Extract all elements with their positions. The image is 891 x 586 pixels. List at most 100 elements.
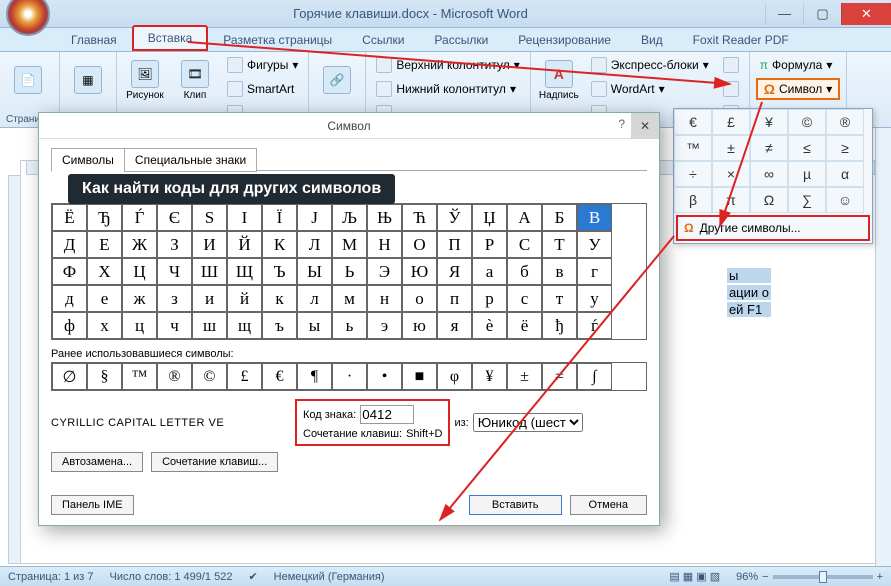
date-button[interactable] [719,78,743,100]
zoom-value[interactable]: 96% [736,571,758,583]
recent-cell[interactable]: • [367,363,402,390]
char-cell[interactable]: н [367,285,402,312]
symbol-cell[interactable]: £ [712,109,750,135]
recent-cell[interactable]: ≠ [542,363,577,390]
ime-panel-button[interactable]: Панель IME [51,495,134,515]
dialog-title-bar[interactable]: Символ ? ✕ [39,113,659,139]
char-cell[interactable]: Р [472,231,507,258]
char-cell[interactable]: з [157,285,192,312]
tab-special[interactable]: Специальные знаки [124,148,257,172]
char-cell[interactable]: д [52,285,87,312]
vertical-scrollbar[interactable] [875,128,891,566]
char-cell[interactable]: с [507,285,542,312]
char-cell[interactable]: Щ [227,258,262,285]
dialog-close-button[interactable]: ✕ [631,113,659,139]
symbol-cell[interactable]: ≠ [750,135,788,161]
char-cell[interactable]: Њ [367,204,402,231]
recent-cell[interactable]: ¶ [297,363,332,390]
char-cell[interactable]: ч [157,312,192,339]
char-cell[interactable]: я [437,312,472,339]
symbol-cell[interactable]: π [712,187,750,213]
char-cell[interactable]: ё [507,312,542,339]
char-cell[interactable]: ф [52,312,87,339]
symbol-cell[interactable]: ÷ [674,161,712,187]
recent-cell[interactable]: € [262,363,297,390]
char-cell[interactable]: У [577,231,612,258]
char-cell[interactable]: у [577,285,612,312]
symbol-cell[interactable]: ≤ [788,135,826,161]
char-cell[interactable]: Ё [52,204,87,231]
symbol-cell[interactable]: β [674,187,712,213]
minimize-button[interactable]: — [765,3,803,25]
language-status[interactable]: Немецкий (Германия) [274,571,385,583]
char-cell[interactable]: е [87,285,122,312]
tab-layout[interactable]: Разметка страницы [208,28,347,51]
symbol-cell[interactable]: µ [788,161,826,187]
char-cell[interactable]: П [437,231,472,258]
char-cell[interactable]: А [507,204,542,231]
recent-cell[interactable]: § [87,363,122,390]
symbol-button[interactable]: ΩСимвол ▾ [756,78,841,100]
recent-cell[interactable]: ® [157,363,192,390]
char-cell[interactable]: З [157,231,192,258]
close-button[interactable]: ✕ [841,3,891,25]
char-cell[interactable]: Д [52,231,87,258]
char-cell[interactable]: М [332,231,367,258]
char-cell[interactable]: В [577,204,612,231]
symbol-cell[interactable]: × [712,161,750,187]
tab-home[interactable]: Главная [56,28,132,51]
from-select[interactable]: Юникод (шестн.) [473,413,583,432]
symbol-cell[interactable]: ± [712,135,750,161]
recent-cell[interactable]: φ [437,363,472,390]
zoom-slider[interactable]: 96% −+ [736,571,883,583]
char-cell[interactable]: ь [332,312,367,339]
view-buttons[interactable]: ▤ ▦ ▣ ▧ [669,570,720,583]
char-cell[interactable]: К [262,231,297,258]
tab-view[interactable]: Вид [626,28,678,51]
recent-grid[interactable]: ∅§™®©£€¶·•■φ¥±≠∫ [51,362,647,391]
code-input[interactable] [360,405,414,424]
clip-button[interactable]: 🎞Клип [173,54,217,106]
char-cell[interactable]: й [227,285,262,312]
tab-review[interactable]: Рецензирование [503,28,626,51]
char-cell[interactable]: Џ [472,204,507,231]
char-cell[interactable]: Й [227,231,262,258]
char-cell[interactable]: ш [192,312,227,339]
help-icon[interactable]: ? [618,117,625,131]
char-cell[interactable]: ђ [542,312,577,339]
character-grid[interactable]: ЁЂЃЄЅІЇЈЉЊЋЎЏАБВДЕЖЗИЙКЛМНОПРСТУФХЦЧШЩЪЫ… [51,203,647,340]
tab-symbols[interactable]: Символы [51,148,125,172]
char-cell[interactable]: И [192,231,227,258]
word-count[interactable]: Число слов: 1 499/1 522 [110,571,233,583]
char-cell[interactable]: Ь [332,258,367,285]
cancel-button[interactable]: Отмена [570,495,647,515]
smartart-button[interactable]: SmartArt [223,78,302,100]
symbol-cell[interactable]: ∑ [788,187,826,213]
char-cell[interactable]: О [402,231,437,258]
char-cell[interactable]: Ї [262,204,297,231]
maximize-button[interactable]: ▢ [803,3,841,25]
char-cell[interactable]: Ы [297,258,332,285]
symbol-cell[interactable]: ≥ [826,135,864,161]
tab-refs[interactable]: Ссылки [347,28,419,51]
shortcut-button[interactable]: Сочетание клавиш... [151,452,278,472]
char-cell[interactable]: Ш [192,258,227,285]
symbol-cell[interactable]: ™ [674,135,712,161]
char-cell[interactable]: Ю [402,258,437,285]
table-button[interactable]: ▦ [66,54,110,106]
recent-cell[interactable]: © [192,363,227,390]
tab-mail[interactable]: Рассылки [419,28,503,51]
char-cell[interactable]: ц [122,312,157,339]
symbol-cell[interactable]: ∞ [750,161,788,187]
tab-insert[interactable]: Вставка [132,25,209,51]
char-cell[interactable]: І [227,204,262,231]
char-cell[interactable]: Є [157,204,192,231]
char-cell[interactable]: Ѓ [122,204,157,231]
char-cell[interactable]: Љ [332,204,367,231]
char-cell[interactable]: б [507,258,542,285]
char-cell[interactable]: Е [87,231,122,258]
char-cell[interactable]: и [192,285,227,312]
links-button[interactable]: 🔗 [315,54,359,106]
recent-cell[interactable]: ™ [122,363,157,390]
pages-button[interactable]: 📄 [6,54,50,106]
